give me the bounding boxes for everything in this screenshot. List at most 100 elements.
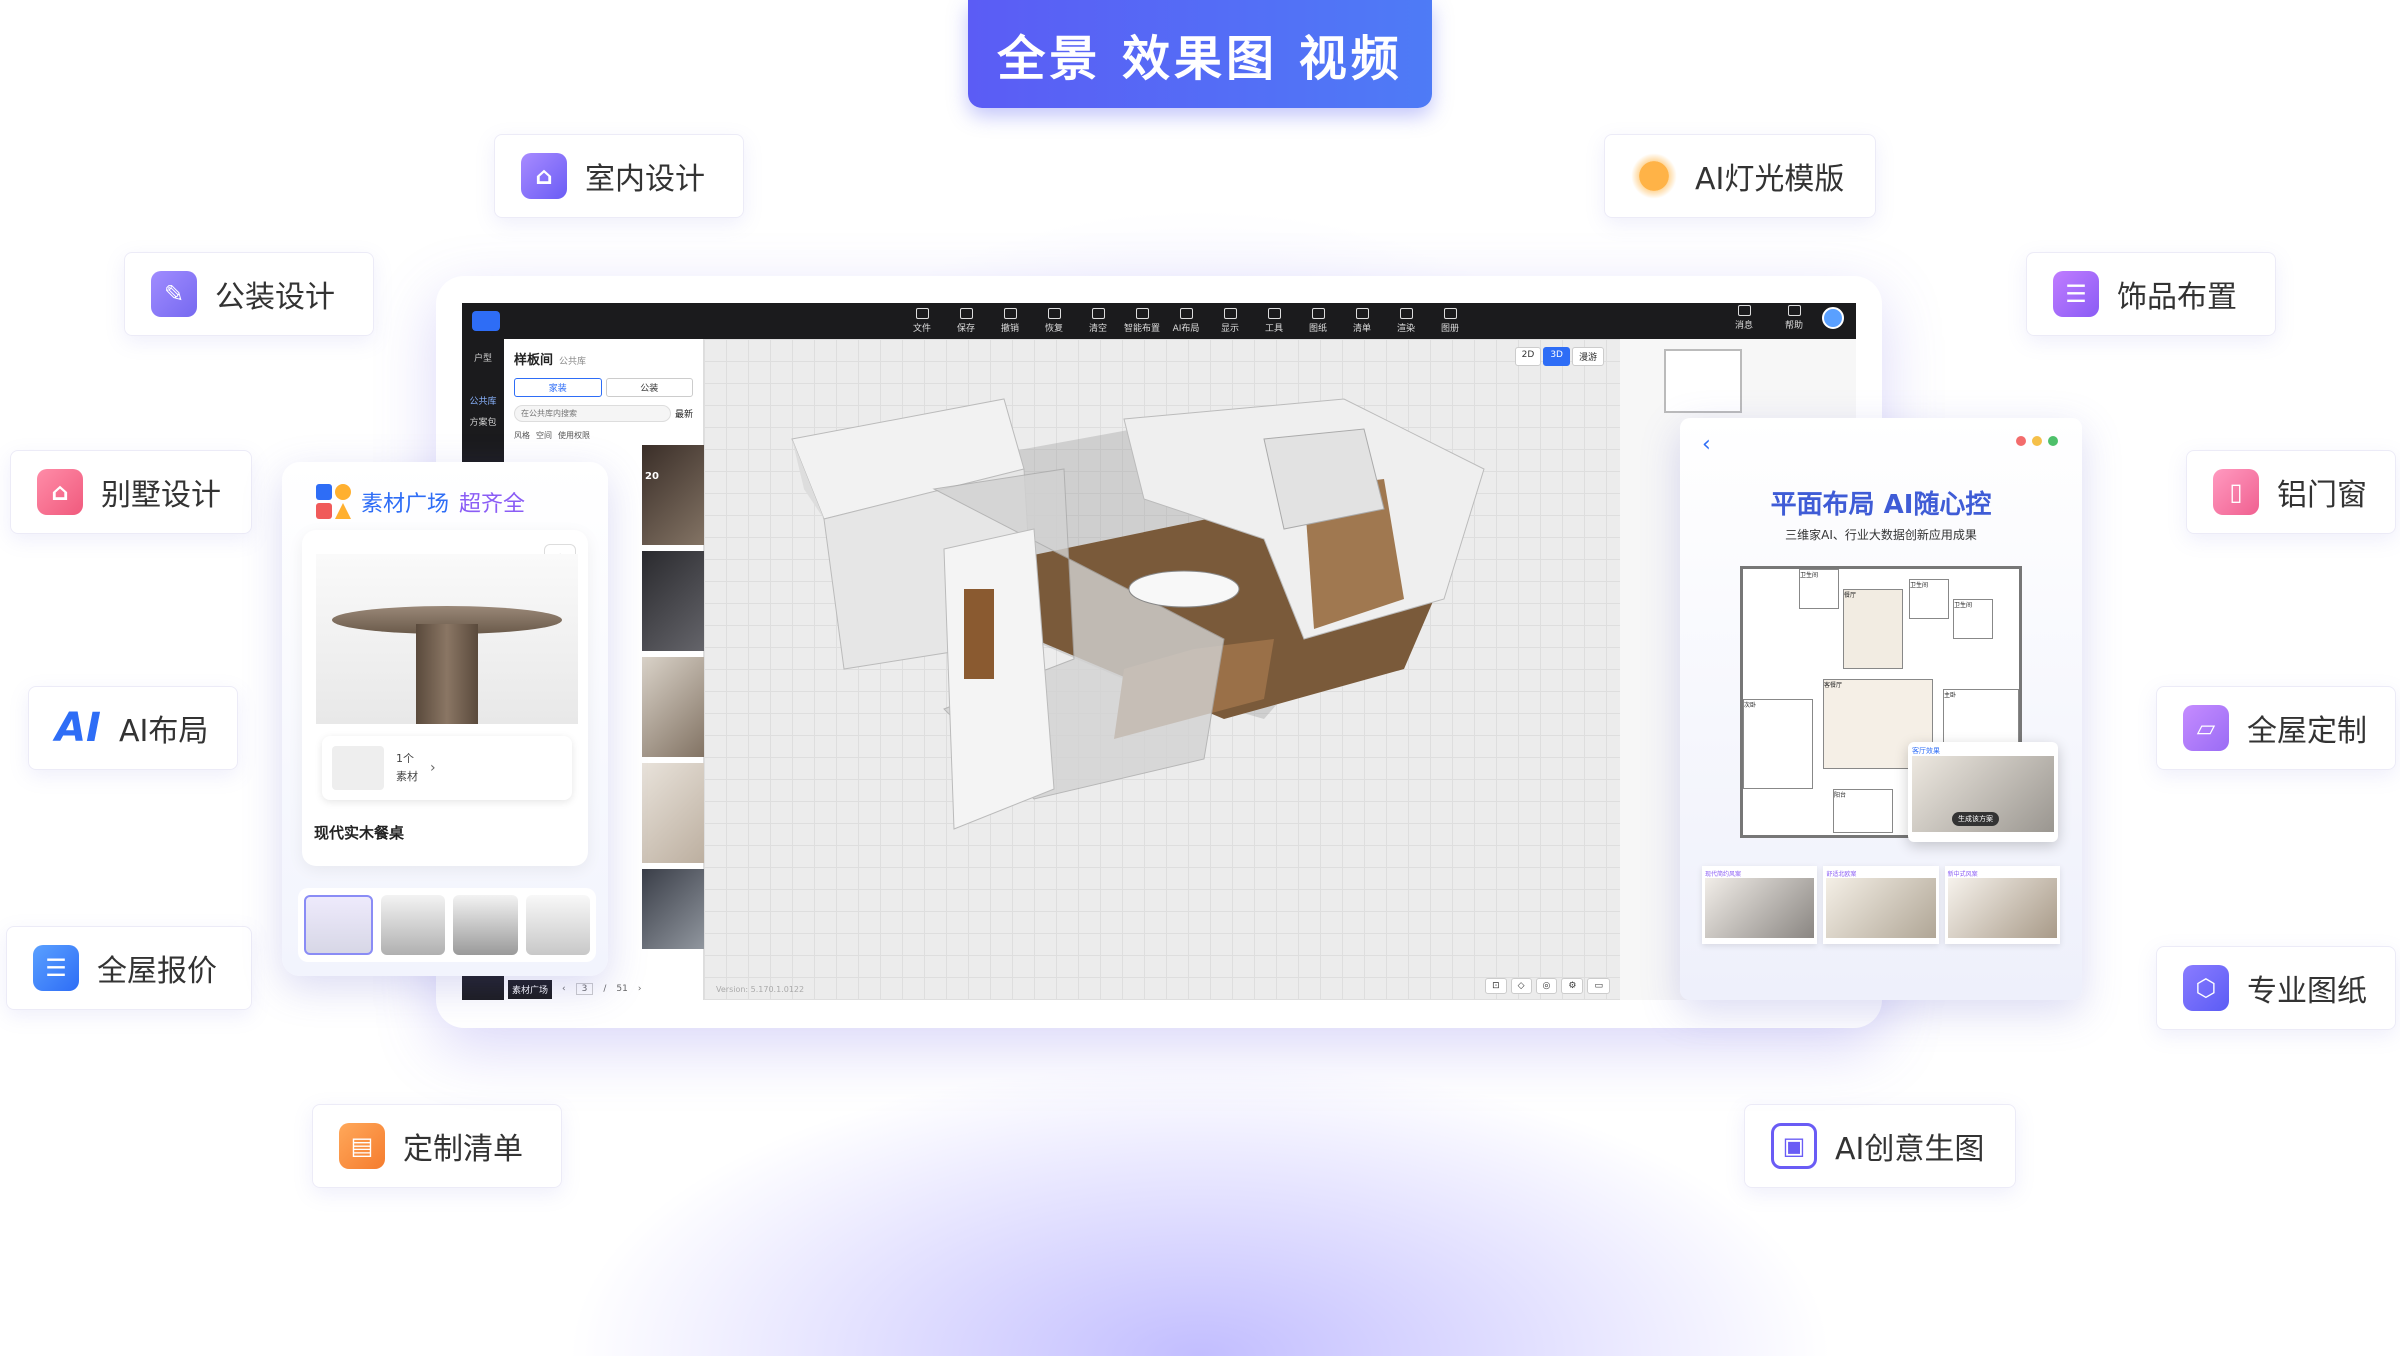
toolbar-save[interactable]: 保存 <box>944 308 988 334</box>
room-label: 阳台 <box>1833 789 1893 833</box>
toolbar-render[interactable]: 渲染 <box>1384 308 1428 334</box>
tag-label: AI布局 <box>119 714 209 749</box>
snapshot-icon[interactable]: ◎ <box>1535 978 1558 994</box>
nav-scheme-pack[interactable]: 方案包 <box>462 415 504 428</box>
next-page-icon[interactable]: › <box>638 984 642 994</box>
toolbar-display[interactable]: 显示 <box>1208 308 1252 334</box>
vr-icon[interactable]: ▭ <box>1587 978 1610 994</box>
tag-public-design[interactable]: ✎ 公装设计 <box>124 252 374 336</box>
product-thumb <box>332 746 384 790</box>
toolbar-drawing[interactable]: 图纸 <box>1296 308 1340 334</box>
carousel-item[interactable] <box>525 895 590 955</box>
nav-floorplan[interactable]: 户型 <box>462 351 504 364</box>
tag-ai-layout[interactable]: AI AI布局 <box>28 686 238 770</box>
ai-layout-icon <box>1179 308 1193 319</box>
camera-icon <box>1399 308 1413 319</box>
filter-permission[interactable]: 使用权限 <box>558 430 590 441</box>
room-label: 次卧 <box>1743 699 1813 789</box>
tag-label: AI创意生图 <box>1835 1132 1985 1167</box>
toolbar-smart-layout[interactable]: 智能布置 <box>1120 308 1164 334</box>
clear-icon <box>1091 308 1105 319</box>
list-icon <box>1355 308 1369 319</box>
tag-quote[interactable]: ☰ 全屋报价 <box>6 926 252 1010</box>
tag-label: 别墅设计 <box>101 478 221 513</box>
toolbar-tools[interactable]: 工具 <box>1252 308 1296 334</box>
tab-public[interactable]: 公装 <box>605 378 693 397</box>
tag-label: 公装设计 <box>215 280 335 315</box>
chevron-right-icon[interactable]: › <box>430 760 436 776</box>
3d-viewport[interactable]: 2D 3D 漫游 Version: 5.170.1.0122 ⊡ ◇ ◎ ⚙ ▭ <box>704 339 1620 1000</box>
toolbar-message[interactable]: 消息 <box>1722 305 1766 331</box>
tag-ai-lighting[interactable]: AI灯光模版 <box>1604 134 1876 218</box>
cart-icon[interactable]: ⊡ <box>1485 978 1507 994</box>
toolbar-clear[interactable]: 清空 <box>1076 308 1120 334</box>
clipboard-icon: ▤ <box>339 1123 385 1169</box>
style-thumb[interactable]: 现代简约风案 <box>1702 866 1818 944</box>
smart-icon <box>1135 308 1149 319</box>
edit-icon: ✎ <box>151 271 197 317</box>
tab-home[interactable]: 家装 <box>514 378 602 397</box>
page-input[interactable]: 3 <box>575 983 594 995</box>
toolbar-list[interactable]: 清单 <box>1340 308 1384 334</box>
tag-ai-image[interactable]: ▣ AI创意生图 <box>1744 1104 2016 1188</box>
top-toolbar: 文件 保存 撤销 恢复 清空 智能布置 AI布局 显示 工具 图纸 清单 渲染 … <box>462 303 1856 339</box>
filter-style[interactable]: 风格 <box>514 430 530 441</box>
minimap[interactable] <box>1664 349 1742 413</box>
undo-icon <box>1003 308 1017 319</box>
carousel-item[interactable] <box>380 895 445 955</box>
tag-label: 全屋定制 <box>2247 714 2367 749</box>
product-image <box>316 554 578 724</box>
product-carousel <box>298 888 596 962</box>
album-icon <box>1443 308 1457 319</box>
carousel-item[interactable] <box>304 895 373 955</box>
style-thumb[interactable]: 舒适北欧案 <box>1823 866 1939 944</box>
tag-custom[interactable]: ▱ 全屋定制 <box>2156 686 2396 770</box>
quote-list-icon: ☰ <box>33 945 79 991</box>
toolbar-items: 文件 保存 撤销 恢复 清空 智能布置 AI布局 显示 工具 图纸 清单 渲染 … <box>900 308 1472 334</box>
drawing-icon <box>1311 308 1325 319</box>
toolbar-album[interactable]: 图册 <box>1428 308 1472 334</box>
settings-icon[interactable]: ⚙ <box>1561 978 1584 994</box>
style-thumbs: 现代简约风案 舒适北欧案 新中式风案 <box>1702 866 2060 944</box>
material-card: 素材广场 超齐全 ☆ 1个 素材 › 现代实木餐桌 <box>282 462 608 976</box>
search-input[interactable] <box>514 405 671 422</box>
tag-label: 全屋报价 <box>97 954 217 989</box>
avatar[interactable] <box>1822 307 1844 329</box>
cube-icon[interactable]: ◇ <box>1510 978 1532 994</box>
page-separator: / <box>603 984 607 994</box>
toolbar-ai-layout[interactable]: AI布局 <box>1164 308 1208 334</box>
product-name: 现代实木餐桌 <box>314 824 405 842</box>
bottom-tab-materials[interactable]: 素材广场 <box>508 979 553 999</box>
ruler-icon: ▱ <box>2183 705 2229 751</box>
file-icon <box>915 308 929 319</box>
prev-page-icon[interactable]: ‹ <box>562 984 566 994</box>
tag-villa-design[interactable]: ⌂ 别墅设计 <box>10 450 252 534</box>
tag-interior-design[interactable]: ⌂ 室内设计 <box>494 134 744 218</box>
carousel-item[interactable] <box>453 895 518 955</box>
generate-scheme-button[interactable]: 生成该方案 <box>1952 812 1999 826</box>
toolbar-undo[interactable]: 撤销 <box>988 308 1032 334</box>
app-logo-icon <box>472 311 500 331</box>
tag-drawing[interactable]: ⬡ 专业图纸 <box>2156 946 2396 1030</box>
nav-public-lib[interactable]: 公共库 <box>462 394 504 407</box>
layout-card-subtitle: 三维家AI、行业大数据创新应用成果 <box>1785 528 1977 542</box>
room-label: 卫生间 <box>1909 579 1949 619</box>
toolbar-help[interactable]: 帮助 <box>1772 305 1816 331</box>
toolbar-file[interactable]: 文件 <box>900 308 944 334</box>
back-icon[interactable]: ‹ <box>1702 432 1711 457</box>
room-label: 卫生间 <box>1953 599 1993 639</box>
ai-layout-card: ‹ 平面布局 AI随心控 三维家AI、行业大数据创新应用成果 卫生间 餐厅 卫生… <box>1680 418 2082 1000</box>
house-icon: ⌂ <box>521 153 567 199</box>
tag-custom-list[interactable]: ▤ 定制清单 <box>312 1104 562 1188</box>
page-total: 51 <box>616 984 628 994</box>
filter-space[interactable]: 空间 <box>536 430 552 441</box>
tag-door-window[interactable]: ▯ 铝门窗 <box>2186 450 2396 534</box>
tag-decor[interactable]: ☰ 饰品布置 <box>2026 252 2276 336</box>
toolbar-redo[interactable]: 恢复 <box>1032 308 1076 334</box>
render-popup[interactable]: 客厅效果 生成该方案 <box>1908 742 2058 842</box>
style-thumb[interactable]: 新中式风案 <box>1944 866 2060 944</box>
tag-label: AI灯光模版 <box>1695 162 1845 197</box>
product-preview[interactable]: ☆ 1个 素材 › 现代实木餐桌 <box>302 530 588 866</box>
sort-select[interactable]: 最新 <box>675 407 693 420</box>
ai-image-icon: ▣ <box>1771 1123 1817 1169</box>
